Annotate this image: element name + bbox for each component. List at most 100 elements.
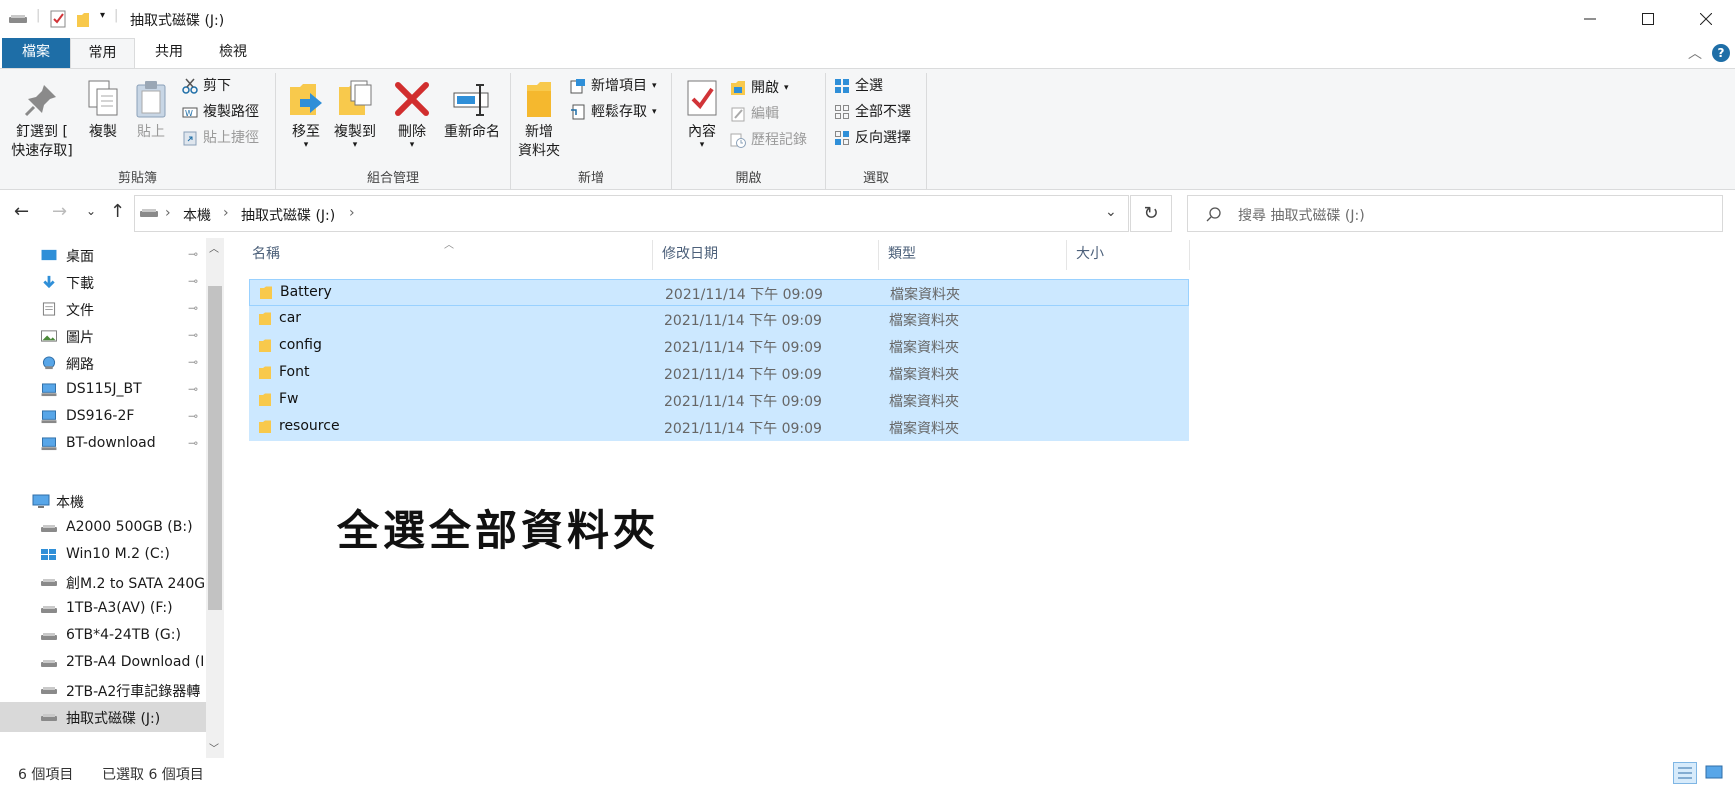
drive-icon	[41, 579, 57, 586]
column-header-date[interactable]: 修改日期	[662, 243, 718, 263]
sidebar-item-quick-access[interactable]: 圖片 ⊸	[0, 321, 206, 351]
file-name: Font	[279, 364, 310, 380]
minimize-icon[interactable]	[1561, 0, 1619, 38]
close-icon[interactable]	[1677, 0, 1735, 38]
select-none-button[interactable]: 全部不選	[834, 101, 911, 123]
scrollbar-thumb[interactable]	[208, 286, 222, 610]
maximize-icon[interactable]	[1619, 0, 1677, 38]
back-icon[interactable]: ←	[14, 201, 29, 222]
sidebar-item-drive[interactable]: Win10 M.2 (C:)	[0, 540, 206, 570]
sidebar-item-drive[interactable]: 2TB-A2行車記錄器轉	[0, 675, 206, 705]
column-header-size[interactable]: 大小	[1076, 243, 1104, 263]
sidebar-item-drive[interactable]: A2000 500GB (B:)	[0, 513, 206, 543]
customize-toolbar-icon[interactable]: ▾	[100, 10, 105, 21]
easy-access-button[interactable]: 輕鬆存取 ▾	[570, 101, 657, 123]
paste-shortcut-icon	[182, 130, 198, 146]
sidebar-label: 2TB-A2行車記錄器轉	[66, 684, 201, 700]
tab-file[interactable]: 檔案	[2, 38, 70, 68]
rename-button[interactable]: 重新命名	[440, 79, 504, 142]
properties-button[interactable]: 內容 ▾	[680, 79, 724, 150]
file-date: 2021/11/14 下午 09:09	[664, 340, 822, 356]
file-date: 2021/11/14 下午 09:09	[664, 421, 822, 437]
cut-button[interactable]: 剪下	[182, 75, 231, 97]
column-header-type[interactable]: 類型	[888, 243, 916, 263]
new-folder-icon	[519, 79, 559, 119]
search-box[interactable]: 搜尋 抽取式磁碟 (J:)	[1187, 195, 1723, 232]
sidebar-item-drive[interactable]: 創M.2 to SATA 240G	[0, 567, 206, 597]
new-item-button[interactable]: 新增項目 ▾	[570, 75, 657, 97]
file-row[interactable]: Font 2021/11/14 下午 09:09 檔案資料夾	[249, 360, 1189, 387]
copy-icon	[83, 79, 123, 119]
sidebar-item-quick-access[interactable]: 網路 ⊸	[0, 348, 206, 378]
details-view-icon[interactable]	[1673, 762, 1697, 784]
new-folder-button[interactable]: 新增 資料夾	[516, 79, 562, 161]
edit-icon	[730, 106, 746, 122]
file-row[interactable]: resource 2021/11/14 下午 09:09 檔案資料夾	[249, 414, 1189, 441]
help-icon[interactable]: ?	[1712, 44, 1730, 62]
tab-share[interactable]: 共用	[138, 38, 200, 68]
file-date: 2021/11/14 下午 09:09	[665, 287, 823, 303]
tab-view[interactable]: 檢視	[202, 38, 264, 68]
file-date: 2021/11/14 下午 09:09	[664, 313, 822, 329]
paste-label: 貼上	[137, 124, 165, 140]
open-button[interactable]: 開啟 ▾	[730, 77, 789, 99]
scroll-up-icon[interactable]: ︿	[209, 240, 219, 255]
delete-button[interactable]: 刪除 ▾	[390, 79, 434, 150]
pin-quick-access-button[interactable]: 釘選到 [ 快速存取]	[8, 79, 76, 161]
tab-home[interactable]: 常用	[70, 38, 135, 69]
open-dropdown-icon: ▾	[784, 83, 789, 93]
address-bar[interactable]: › 本機 › 抽取式磁碟 (J:) › ⌄	[134, 195, 1129, 232]
breadcrumb-this-pc[interactable]: 本機	[183, 205, 211, 225]
pin-label-line1: 釘選到 [	[16, 124, 68, 140]
sidebar-item-quick-access[interactable]: 桌面 ⊸	[0, 240, 206, 270]
copy-path-button[interactable]: W 複製路徑	[182, 101, 259, 123]
sidebar-label: 1TB-A3(AV) (F:)	[66, 600, 173, 616]
sidebar-item-this-pc[interactable]: 本機	[0, 486, 206, 516]
copy-button[interactable]: 複製	[82, 79, 124, 142]
sidebar-scrollbar[interactable]: ︿ ﹀	[206, 238, 224, 758]
sidebar-item-quick-access[interactable]: BT-download ⊸	[0, 429, 206, 459]
file-row[interactable]: Battery 2021/11/14 下午 09:09 檔案資料夾	[249, 279, 1189, 306]
properties-quick-icon[interactable]	[50, 10, 66, 28]
sidebar-item-drive[interactable]: 2TB-A4 Download (I	[0, 648, 206, 678]
sidebar-item-quick-access[interactable]: 文件 ⊸	[0, 294, 206, 324]
scroll-down-icon[interactable]: ﹀	[209, 740, 219, 755]
refresh-icon[interactable]: ↻	[1130, 195, 1172, 232]
sidebar-item-drive[interactable]: 6TB*4-24TB (G:)	[0, 621, 206, 651]
easy-access-icon	[570, 104, 586, 120]
drive-icon	[41, 687, 57, 694]
new-item-dropdown-icon: ▾	[652, 81, 657, 91]
up-icon[interactable]: ↑	[110, 201, 125, 222]
file-type: 檔案資料夾	[890, 287, 960, 303]
sidebar-label: Win10 M.2 (C:)	[66, 546, 170, 562]
recent-locations-icon[interactable]: ⌄	[86, 204, 96, 218]
sidebar-item-drive[interactable]: 1TB-A3(AV) (F:)	[0, 594, 206, 624]
paste-shortcut-button[interactable]: 貼上捷徑	[182, 127, 259, 149]
move-to-button[interactable]: 移至 ▾	[284, 79, 328, 150]
copy-to-button[interactable]: 複製到 ▾	[332, 79, 378, 150]
file-row[interactable]: config 2021/11/14 下午 09:09 檔案資料夾	[249, 333, 1189, 360]
column-header-name[interactable]: 名稱	[252, 243, 280, 263]
file-row[interactable]: Fw 2021/11/14 下午 09:09 檔案資料夾	[249, 387, 1189, 414]
windows-drive-icon	[41, 549, 56, 560]
collapse-ribbon-icon[interactable]: ︿	[1688, 43, 1702, 63]
history-button[interactable]: 歷程記錄	[730, 129, 807, 151]
folder-icon	[259, 393, 271, 406]
paste-button[interactable]: 貼上	[130, 79, 172, 142]
forward-icon[interactable]: →	[52, 201, 67, 222]
pinned-icon: ⊸	[188, 355, 199, 369]
edit-button[interactable]: 編輯	[730, 103, 779, 125]
file-type: 檔案資料夾	[889, 421, 959, 437]
new-folder-quick-icon[interactable]	[76, 12, 90, 28]
breadcrumb-drive[interactable]: 抽取式磁碟 (J:)	[241, 205, 335, 225]
select-all-button[interactable]: 全選	[834, 75, 883, 97]
file-row[interactable]: car 2021/11/14 下午 09:09 檔案資料夾	[249, 306, 1189, 333]
sidebar-item-quick-access[interactable]: 下載 ⊸	[0, 267, 206, 297]
address-dropdown-icon[interactable]: ⌄	[1105, 204, 1117, 220]
sidebar-item-quick-access[interactable]: DS115J_BT ⊸	[0, 375, 206, 405]
copy-to-icon	[335, 79, 375, 119]
sidebar-item-drive[interactable]: 抽取式磁碟 (J:)	[0, 702, 206, 732]
large-icons-view-icon[interactable]	[1703, 762, 1727, 784]
sidebar-item-quick-access[interactable]: DS916-2F ⊸	[0, 402, 206, 432]
invert-selection-button[interactable]: 反向選擇	[834, 127, 911, 149]
